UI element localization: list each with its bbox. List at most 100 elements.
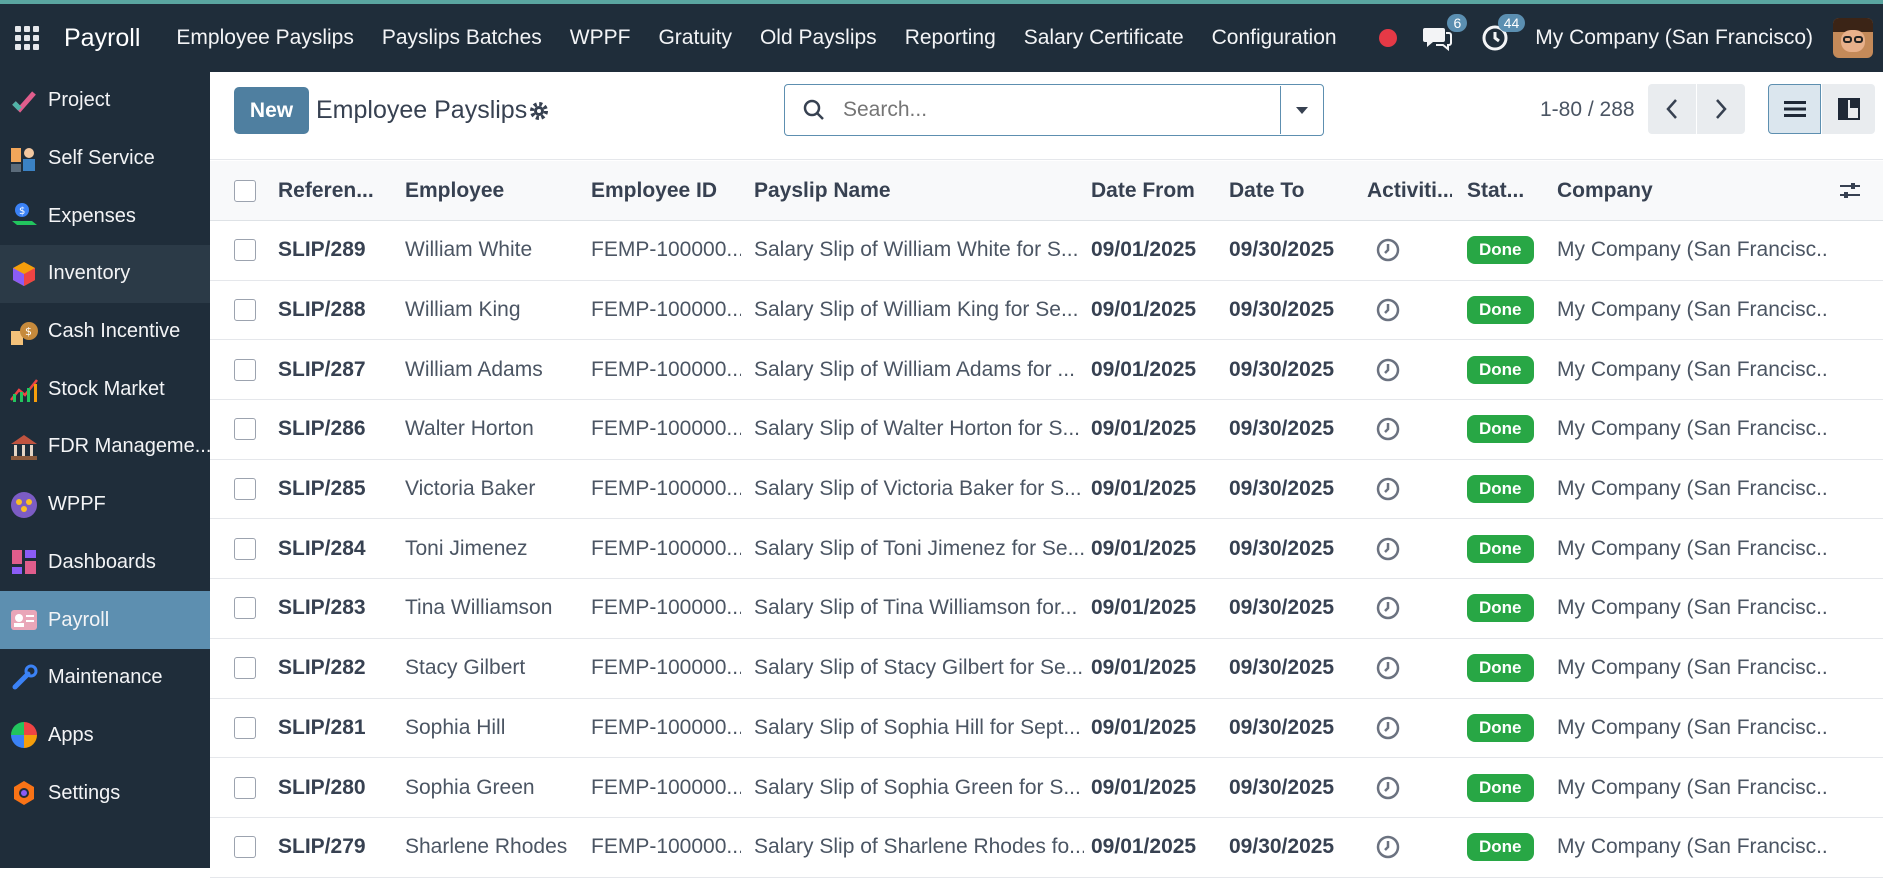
row-checkbox[interactable] xyxy=(234,657,256,680)
sidebar-item-maintenance[interactable]: Maintenance xyxy=(0,649,210,707)
search-input[interactable] xyxy=(843,86,1281,134)
self-service-icon xyxy=(8,143,40,175)
menu-wppf[interactable]: WPPF xyxy=(556,4,645,72)
row-checkbox[interactable] xyxy=(234,299,256,322)
gear-icon[interactable] xyxy=(528,100,550,122)
search-box xyxy=(784,84,1324,136)
pager-value[interactable]: 1-80 / 288 xyxy=(1540,98,1635,122)
app-brand[interactable]: Payroll xyxy=(64,24,140,53)
activity-clock-icon[interactable] xyxy=(1375,595,1401,621)
cell-company: My Company (San Francisc... xyxy=(1557,298,1827,322)
pager-previous-button[interactable] xyxy=(1648,84,1696,134)
cell-employee-id: FEMP-100000... xyxy=(591,298,741,322)
sidebar-item-payroll[interactable]: Payroll xyxy=(0,591,210,649)
cell-reference: SLIP/280 xyxy=(278,775,366,799)
optional-columns-toggle[interactable] xyxy=(1830,161,1870,220)
activity-clock-icon[interactable] xyxy=(1375,237,1401,263)
table-row[interactable]: SLIP/282 Stacy Gilbert FEMP-100000... Salar… xyxy=(210,639,1883,699)
sidebar-item-dashboards[interactable]: Dashboards xyxy=(0,534,210,592)
row-checkbox[interactable] xyxy=(234,836,256,859)
cell-employee: Sophia Hill xyxy=(405,715,506,739)
recording-indicator[interactable] xyxy=(1379,29,1398,47)
cell-payslip-name: Salary Slip of Sophia Hill for Sept... xyxy=(754,715,1081,739)
sidebar-item-inventory[interactable]: Inventory xyxy=(0,245,210,303)
cell-reference: SLIP/282 xyxy=(278,656,366,680)
activity-clock-icon[interactable] xyxy=(1375,357,1401,383)
column-header-employee[interactable]: Employee xyxy=(405,161,585,220)
table-row[interactable]: SLIP/285 Victoria Baker FEMP-100000... Sala… xyxy=(210,460,1883,520)
menu-salary-certificate[interactable]: Salary Certificate xyxy=(1010,4,1198,72)
activities-button[interactable]: 44 xyxy=(1477,14,1526,56)
user-avatar[interactable] xyxy=(1833,18,1873,58)
sidebar-item-fdr-management[interactable]: FDR Manageme... xyxy=(0,418,210,476)
select-all-checkbox[interactable] xyxy=(234,179,256,202)
activity-clock-icon[interactable] xyxy=(1375,476,1401,502)
row-checkbox[interactable] xyxy=(234,478,256,501)
activity-clock-icon[interactable] xyxy=(1375,715,1401,741)
activity-clock-icon[interactable] xyxy=(1375,834,1401,860)
sidebar-item-project[interactable]: Project xyxy=(0,72,210,130)
menu-payslips-batches[interactable]: Payslips Batches xyxy=(368,4,556,72)
row-checkbox[interactable] xyxy=(234,358,256,381)
activity-clock-icon[interactable] xyxy=(1375,775,1401,801)
table-header: Referen... Employee Employee ID Payslip … xyxy=(210,161,1883,221)
project-icon xyxy=(8,85,40,117)
column-header-reference[interactable]: Referen... xyxy=(278,161,388,220)
row-checkbox[interactable] xyxy=(234,716,256,739)
cell-payslip-name: Salary Slip of Victoria Baker for S... xyxy=(754,477,1082,501)
pager-next-button[interactable] xyxy=(1697,84,1745,134)
table-row[interactable]: SLIP/287 William Adams FEMP-100000... Salar… xyxy=(210,340,1883,401)
sidebar-item-self-service[interactable]: Self Service xyxy=(0,130,210,188)
messages-button[interactable]: 6 xyxy=(1419,14,1468,56)
column-header-payslip-name[interactable]: Payslip Name xyxy=(754,161,1084,220)
table-row[interactable]: SLIP/281 Sophia Hill FEMP-100000... Salary … xyxy=(210,699,1883,759)
cell-company: My Company (San Francisc... xyxy=(1557,596,1827,620)
table-row[interactable]: SLIP/279 Sharlene Rhodes FEMP-100000... Sal… xyxy=(210,818,1883,878)
row-checkbox[interactable] xyxy=(234,537,256,560)
activity-clock-icon[interactable] xyxy=(1375,416,1401,442)
menu-employee-payslips[interactable]: Employee Payslips xyxy=(162,4,367,72)
column-header-employee-id[interactable]: Employee ID xyxy=(591,161,741,220)
column-header-company[interactable]: Company xyxy=(1557,161,1827,220)
table-row[interactable]: SLIP/284 Toni Jimenez FEMP-100000... Salary… xyxy=(210,519,1883,580)
table-row[interactable]: SLIP/283 Tina Williamson FEMP-100000... Sal… xyxy=(210,579,1883,639)
column-header-date-to[interactable]: Date To xyxy=(1229,161,1354,220)
column-header-date-from[interactable]: Date From xyxy=(1091,161,1216,220)
new-button[interactable]: New xyxy=(234,87,309,134)
kanban-view-button[interactable] xyxy=(1822,84,1875,134)
column-header-activities[interactable]: Activiti... xyxy=(1367,161,1452,220)
menu-gratuity[interactable]: Gratuity xyxy=(644,4,746,72)
menu-configuration[interactable]: Configuration xyxy=(1198,4,1351,72)
sidebar-item-apps[interactable]: Apps xyxy=(0,707,210,765)
list-view-button[interactable] xyxy=(1768,84,1821,134)
row-checkbox[interactable] xyxy=(234,239,256,262)
table-row[interactable]: SLIP/280 Sophia Green FEMP-100000... Salary… xyxy=(210,758,1883,818)
table-row[interactable]: SLIP/286 Walter Horton FEMP-100000... Salar… xyxy=(210,400,1883,460)
menu-old-payslips[interactable]: Old Payslips xyxy=(746,4,891,72)
payroll-icon xyxy=(8,604,40,636)
search-options-toggle[interactable] xyxy=(1281,85,1323,135)
sidebar-item-wppf[interactable]: WPPF xyxy=(0,476,210,534)
activity-clock-icon[interactable] xyxy=(1375,655,1401,681)
company-switcher[interactable]: My Company (San Francisco) xyxy=(1535,26,1813,50)
column-header-status[interactable]: Stat... xyxy=(1467,161,1547,220)
row-checkbox[interactable] xyxy=(234,418,256,441)
row-checkbox[interactable] xyxy=(234,597,256,620)
sidebar-item-settings[interactable]: Settings xyxy=(0,764,210,822)
sidebar-item-cash-incentive[interactable]: $ Cash Incentive xyxy=(0,303,210,361)
row-checkbox[interactable] xyxy=(234,776,256,799)
activity-clock-icon[interactable] xyxy=(1375,536,1401,562)
payslips-table: Referen... Employee Employee ID Payslip … xyxy=(210,161,1883,878)
fdr-management-icon xyxy=(8,431,40,463)
table-row[interactable]: SLIP/288 William King FEMP-100000... Salary… xyxy=(210,281,1883,341)
cell-reference: SLIP/285 xyxy=(278,477,366,501)
app-menu-button[interactable] xyxy=(0,4,54,72)
sidebar-item-expenses[interactable]: $ Expenses xyxy=(0,187,210,245)
cell-date-from: 09/01/2025 xyxy=(1091,596,1197,620)
table-row[interactable]: SLIP/289 William White FEMP-100000... Salar… xyxy=(210,221,1883,281)
cell-reference: SLIP/284 xyxy=(278,536,366,560)
sidebar-item-stock-market[interactable]: Stock Market xyxy=(0,360,210,418)
cell-employee: Sophia Green xyxy=(405,775,535,799)
menu-reporting[interactable]: Reporting xyxy=(891,4,1010,72)
activity-clock-icon[interactable] xyxy=(1375,297,1401,323)
